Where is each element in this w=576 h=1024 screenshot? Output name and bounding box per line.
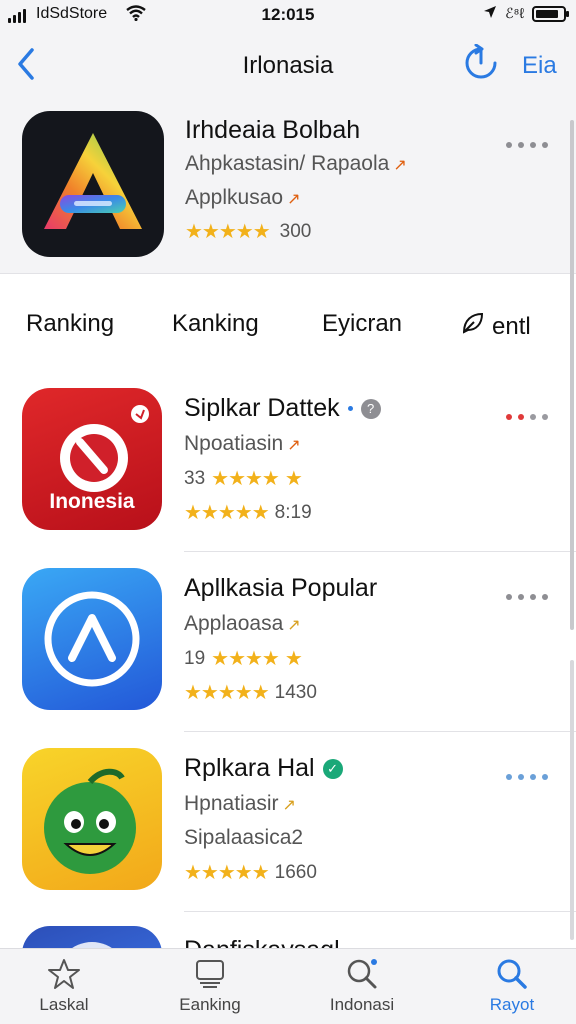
featured-rating: ★★★★★ 300 xyxy=(185,219,311,244)
tab-indonasi[interactable]: Indonasi xyxy=(302,957,422,1015)
list-item[interactable]: Apllkasia Popular Applaoasa ↗ 19 ★★★★ ★ ★★… xyxy=(0,552,576,732)
edit-button[interactable]: Eia xyxy=(522,52,557,80)
app-rating-count: ★★★★★ 8:19 xyxy=(184,501,312,525)
search-icon xyxy=(452,957,572,991)
rating-stars: ★★★★★ xyxy=(185,221,271,243)
app-icon: Inonesia xyxy=(22,388,162,530)
location-arrow-icon xyxy=(483,5,497,22)
featured-app-icon xyxy=(22,111,164,257)
list-item[interactable]: Rplkara Hal ✓ Hpnatiasir ↗ Sipalaasica2 ★… xyxy=(0,732,576,912)
app-icon-text: Inonesia xyxy=(49,490,135,513)
tab-ranking[interactable]: Ranking xyxy=(26,310,114,338)
more-options-icon[interactable] xyxy=(506,774,548,780)
tab-rayot[interactable]: Rayot xyxy=(452,957,572,1015)
app-title: Rplkara Hal ✓ xyxy=(184,754,343,783)
app-category: Sipalaasica2 xyxy=(184,826,304,849)
rating-count: 300 xyxy=(279,220,312,242)
tab-label: Laskal xyxy=(39,995,89,1014)
leaf-icon xyxy=(460,310,486,343)
scrollbar-track xyxy=(570,660,574,940)
info-badge-icon: ? xyxy=(360,398,381,419)
app-icon xyxy=(22,748,162,890)
search-icon xyxy=(302,957,422,991)
app-subtitle: Applaoasa ↗ xyxy=(184,612,301,635)
verified-badge-icon: ✓ xyxy=(322,758,343,779)
tab-entl-label: entl xyxy=(492,312,531,340)
divider xyxy=(184,911,576,912)
tab-laskal[interactable]: Laskal xyxy=(4,957,124,1015)
tab-eanking[interactable]: Eanking xyxy=(150,957,270,1015)
featured-app-title: Irhdeaia Bolbah xyxy=(185,116,361,144)
status-bar: IdSdStore 12:015 ℰ⁸ℓ xyxy=(0,0,576,30)
refresh-icon[interactable] xyxy=(462,43,500,82)
app-rating-count: ★★★★★ 1430 xyxy=(184,681,317,705)
tab-label: Indonasi xyxy=(329,995,395,1014)
stack-icon xyxy=(150,957,270,991)
more-options-icon[interactable] xyxy=(506,414,548,420)
dot-icon xyxy=(347,406,353,411)
app-rating-count: ★★★★★ 1660 xyxy=(184,861,317,885)
status-glyphs: ℰ⁸ℓ xyxy=(505,5,524,21)
tab-kanking[interactable]: Kanking xyxy=(172,310,259,338)
app-subtitle: Npoatiasin ↗ xyxy=(184,432,301,455)
star-outline-icon xyxy=(4,957,124,991)
list-item[interactable]: Inonesia Siplkar Dattek ? Npoatiasin ↗ 33… xyxy=(0,372,576,552)
app-subtitle: Hpnatiasir ↗ xyxy=(184,792,296,815)
nav-bar: Irlonasia Eia xyxy=(0,30,576,102)
tab-label: Rayot xyxy=(489,995,535,1014)
scrollbar[interactable] xyxy=(570,120,574,630)
more-options-icon[interactable] xyxy=(506,594,548,600)
app-title: Apllkasia Popular xyxy=(184,574,378,602)
status-right: ℰ⁸ℓ xyxy=(483,5,569,22)
tab-label: Eanking xyxy=(179,995,241,1014)
app-title: Siplkar Dattek ? xyxy=(184,394,381,423)
app-icon xyxy=(22,568,162,710)
more-options-icon[interactable] xyxy=(506,142,548,148)
featured-app-category: Applkusao ↗ xyxy=(185,186,301,209)
featured-app-card[interactable]: Irhdeaia Bolbah Ahpkastasin/ Rapaola ↗ Ap… xyxy=(0,102,576,274)
featured-app-subtitle: Ahpkastasin/ Rapaola ↗ xyxy=(185,152,407,175)
tab-entl[interactable]: entl xyxy=(460,310,531,343)
tab-eyicran[interactable]: Eyicran xyxy=(322,310,402,338)
battery-icon xyxy=(532,5,569,22)
category-tabs: Ranking Kanking Eyicran entl xyxy=(0,296,576,352)
app-rating-line: 33 ★★★★ ★ xyxy=(184,467,303,491)
bottom-tab-bar: Laskal Eanking Indonasi Rayot xyxy=(0,948,576,1024)
app-rating-line: 19 ★★★★ ★ xyxy=(184,647,303,671)
